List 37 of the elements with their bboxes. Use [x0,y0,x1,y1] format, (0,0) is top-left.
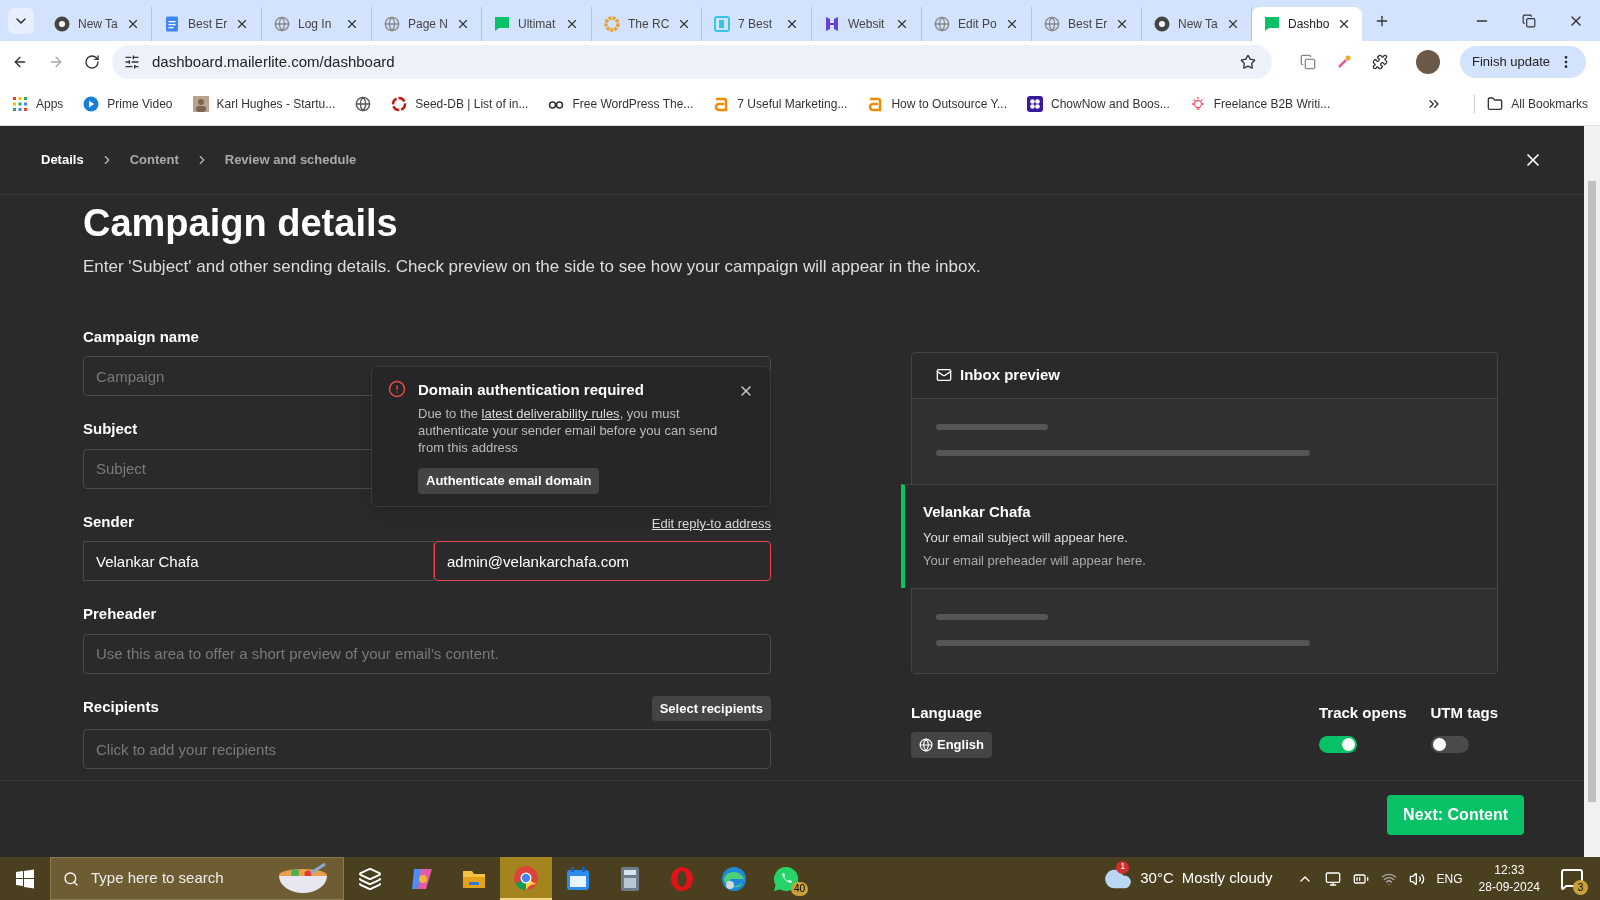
card-title: Inbox preview [960,364,1061,385]
weather-text: Mostly cloudy [1181,868,1273,889]
subject-preview: Your email subject will appear here. [923,528,1129,547]
notification-badge: 3 [1573,879,1588,895]
field-label: Subject [83,419,138,439]
tab-title: New Ta [1178,16,1218,33]
alert-title: Domain authentication required [418,379,645,400]
page-subtitle: Enter 'Subject' and other sending details. Check preview on the side to see how your campaign will appear in the inbox. [83,256,982,278]
preheader-preview: Your email preheader will appear here. [923,552,1147,571]
tab-title: The RC [628,16,670,33]
tab-title: Page N [408,16,449,33]
tab-title: Best Er [1068,16,1108,33]
tab-title: Dashbo [1288,16,1330,33]
temperature: 30°C [1140,868,1174,889]
notification-badge: 40 [790,882,808,896]
field-label: Campaign name [83,326,199,347]
field-label: Recipients [83,696,159,717]
tab-title: 7 Best [738,16,774,33]
clock-date: 28-09-2024 [1478,878,1540,896]
field-label: Preheader [83,604,157,624]
field-label: Track opens [1318,702,1407,723]
tab-title: Edit Po [958,16,997,33]
page-title: Campaign details [83,201,399,246]
tab-title: Websit [848,16,886,33]
field-label: Language [911,702,982,723]
tab-title: Best Er [188,16,228,33]
tab-title: Log In [298,16,333,33]
sender-name: Velankar Chafa [923,502,1032,523]
weather-badge: 1 [1116,860,1130,874]
tab-title: New Ta [78,16,118,33]
field-label: Sender [83,511,134,532]
tab-title: Ultimat [518,16,557,33]
alert-message: Due to the latest deliverability rules, you must authenticate your sender email before you can send from this address [418,405,719,456]
field-label: UTM tags [1430,702,1498,723]
clock-time: 12:33 [1494,861,1525,879]
address-text: dashboard.mailerlite.com/dashboard [152,51,396,72]
search-placeholder: Type here to search [91,868,225,889]
